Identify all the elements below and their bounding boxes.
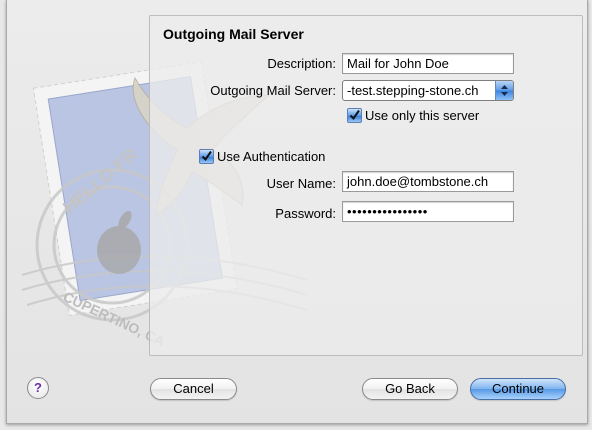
continue-button[interactable]: Continue <box>470 378 566 400</box>
pane-title: Outgoing Mail Server <box>163 26 304 42</box>
use-only-server-checkbox[interactable] <box>347 108 362 123</box>
username-field[interactable]: john.doe@tombstone.ch <box>342 171 514 192</box>
server-popup-value: -test.stepping-stone.ch <box>347 83 479 98</box>
server-popup[interactable]: -test.stepping-stone.ch <box>342 80 514 101</box>
password-field[interactable]: •••••••••••••••• <box>342 201 514 222</box>
username-label: User Name: <box>266 176 336 191</box>
go-back-button[interactable]: Go Back <box>362 378 458 400</box>
use-authentication-label: Use Authentication <box>217 149 326 164</box>
help-button[interactable]: ? <box>27 377 49 399</box>
cancel-button[interactable]: Cancel <box>150 378 237 400</box>
checkmark-icon <box>349 109 360 121</box>
description-label: Description: <box>267 56 336 71</box>
description-field[interactable]: Mail for John Doe <box>342 53 514 74</box>
use-only-server-label: Use only this server <box>365 108 480 123</box>
use-authentication-checkbox[interactable] <box>199 149 214 164</box>
server-label: Outgoing Mail Server: <box>210 83 336 98</box>
popup-arrows-icon[interactable] <box>495 81 513 100</box>
setup-assistant-window: HELLO FR CUPERTINO, CA Outgoing Mail Ser… <box>6 0 588 424</box>
outgoing-server-pane: Outgoing Mail Server Description: Mail f… <box>149 15 583 356</box>
checkmark-icon <box>201 150 212 162</box>
password-label: Password: <box>275 206 336 221</box>
